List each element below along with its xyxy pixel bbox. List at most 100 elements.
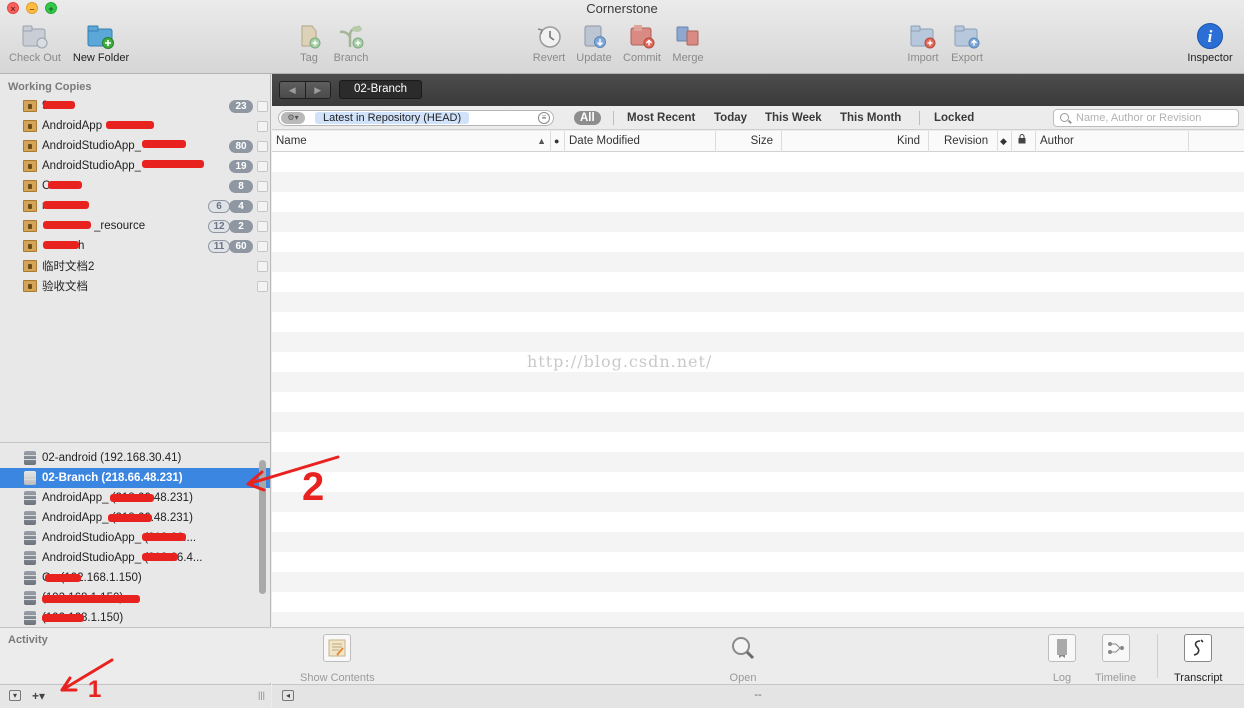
column-tag[interactable]: ◆ (998, 131, 1012, 152)
row-checkbox[interactable] (257, 201, 268, 212)
sidebar-bottom-bar: ▾ +▾ ||| (0, 684, 271, 708)
row-checkbox[interactable] (257, 221, 268, 232)
repository-item[interactable]: AndroidStudioApp_ (218.66.... (0, 528, 270, 548)
changes-badge: 4 (229, 200, 253, 213)
working-copy-item[interactable]: C 8 (0, 176, 270, 196)
log-button[interactable]: Log (1048, 634, 1076, 684)
search-input[interactable] (1076, 111, 1234, 125)
redaction-mark (43, 101, 75, 109)
working-copy-item[interactable]: h 11 60 (0, 236, 270, 256)
export-icon (952, 22, 982, 50)
filter-this-month[interactable]: This Month (840, 111, 901, 125)
row-checkbox[interactable] (257, 161, 268, 172)
bottom-separator (1157, 634, 1158, 678)
watermark-text: http://blog.csdn.net/ (527, 352, 713, 371)
filter-all[interactable]: All (574, 111, 601, 125)
resize-handle-icon[interactable]: ||| (258, 690, 265, 700)
redaction-mark (142, 160, 204, 168)
export-button[interactable]: Export (939, 22, 995, 70)
add-menu-button[interactable]: +▾ (32, 689, 45, 703)
column-size[interactable]: Size (716, 131, 782, 152)
merge-button[interactable]: Merge (660, 22, 716, 70)
filter-today[interactable]: Today (714, 111, 747, 125)
sidebar: Working Copies 9 23 AndroidApp AndroidSt… (0, 74, 271, 708)
row-checkbox[interactable] (257, 281, 268, 292)
back-button[interactable]: ◀ (280, 82, 306, 98)
show-contents-button[interactable]: Show Contents (300, 634, 375, 684)
filter-separator (613, 111, 614, 125)
redaction-mark (108, 514, 152, 522)
repository-item-selected[interactable]: 02-Branch (218.66.48.231) (0, 468, 270, 488)
row-checkbox[interactable] (257, 141, 268, 152)
column-kind[interactable]: Kind (782, 131, 929, 152)
revision-menu-icon[interactable]: ≡ (538, 112, 550, 124)
redaction-mark (106, 121, 154, 129)
repository-item[interactable]: C r (192.168.1.150) (0, 568, 270, 588)
changes-badge: 19 (229, 160, 253, 173)
row-checkbox[interactable] (257, 101, 268, 112)
file-list[interactable]: http://blog.csdn.net/ (272, 152, 1244, 627)
window-toolbar: × – + Cornerstone Check Out New Folder T… (0, 0, 1244, 74)
repository-icon (24, 531, 36, 545)
transcript-button[interactable]: Transcript (1174, 634, 1223, 684)
sidebar-scrollbar[interactable] (259, 460, 266, 594)
branch-button[interactable]: Branch (323, 22, 379, 70)
column-status[interactable]: ● (551, 131, 565, 152)
filter-most-recent[interactable]: Most Recent (627, 111, 695, 125)
working-copy-item[interactable]: AndroidStudioApp_ 80 (0, 136, 270, 156)
repository-item[interactable]: AndroidStudioApp_ (218.66.4... (0, 548, 270, 568)
locked-folder-icon (23, 220, 37, 232)
row-checkbox[interactable] (257, 181, 268, 192)
working-copy-item[interactable]: 验收文档 (0, 276, 270, 296)
repository-item[interactable]: 02-android (192.168.30.41) (0, 448, 270, 468)
new-folder-button[interactable]: New Folder (73, 22, 129, 70)
redaction-mark (48, 181, 82, 189)
filter-this-week[interactable]: This Week (765, 111, 822, 125)
repository-icon (24, 511, 36, 525)
transcript-icon (1184, 634, 1213, 662)
sidebar-divider[interactable] (0, 442, 271, 443)
changes-badge: 2 (229, 220, 253, 233)
working-copy-item[interactable]: r 6 4 (0, 196, 270, 216)
filter-locked[interactable]: Locked (934, 111, 974, 125)
lock-icon (1018, 134, 1026, 144)
open-button[interactable]: Open (729, 634, 757, 684)
working-copy-item[interactable]: 临时文档2 (0, 256, 270, 276)
status-bar: ◂ -- (272, 684, 1244, 708)
column-date-modified[interactable]: Date Modified (565, 131, 716, 152)
check-out-icon (20, 22, 50, 50)
column-author[interactable]: Author (1036, 131, 1189, 152)
revert-icon (534, 22, 564, 50)
check-out-button[interactable]: Check Out (7, 22, 63, 70)
working-copy-item[interactable]: 9 23 (0, 96, 270, 116)
filter-separator (919, 111, 920, 125)
log-icon (1048, 634, 1076, 662)
column-revision[interactable]: Revision (929, 131, 998, 152)
forward-button[interactable]: ▶ (305, 82, 330, 98)
redaction-mark (42, 595, 140, 603)
working-copy-item[interactable]: _resource 12 2 (0, 216, 270, 236)
row-checkbox[interactable] (257, 241, 268, 252)
current-repository-tab[interactable]: 02-Branch (339, 80, 423, 99)
repository-item[interactable]: (192.168.1.150) (0, 608, 270, 628)
gear-icon[interactable]: ⚙▾ (281, 112, 305, 124)
locked-folder-icon (23, 160, 37, 172)
inspector-button[interactable]: i Inspector (1182, 22, 1238, 70)
redaction-mark (43, 221, 91, 229)
revision-value: Latest in Repository (HEAD) (315, 112, 470, 124)
locked-folder-icon (23, 200, 37, 212)
status-dot-icon: ● (554, 136, 560, 146)
working-copy-item[interactable]: AndroidStudioApp_ 19 (0, 156, 270, 176)
column-name[interactable]: Name ▲ (272, 131, 551, 152)
file-list-header: Name ▲ ● Date Modified Size Kind Revisio… (272, 131, 1244, 152)
collapse-icon[interactable]: ▾ (9, 690, 21, 701)
column-lock[interactable] (1012, 131, 1036, 152)
row-checkbox[interactable] (257, 261, 268, 272)
redaction-mark (142, 140, 186, 148)
timeline-button[interactable]: Timeline (1095, 634, 1136, 684)
search-field[interactable] (1053, 109, 1239, 127)
bottom-toolbar: Show Contents Open Log Timeline Transcri… (272, 627, 1244, 684)
repository-icon (24, 611, 36, 625)
revision-selector[interactable]: ⚙▾ Latest in Repository (HEAD) ≡ (278, 110, 554, 126)
row-checkbox[interactable] (257, 121, 268, 132)
